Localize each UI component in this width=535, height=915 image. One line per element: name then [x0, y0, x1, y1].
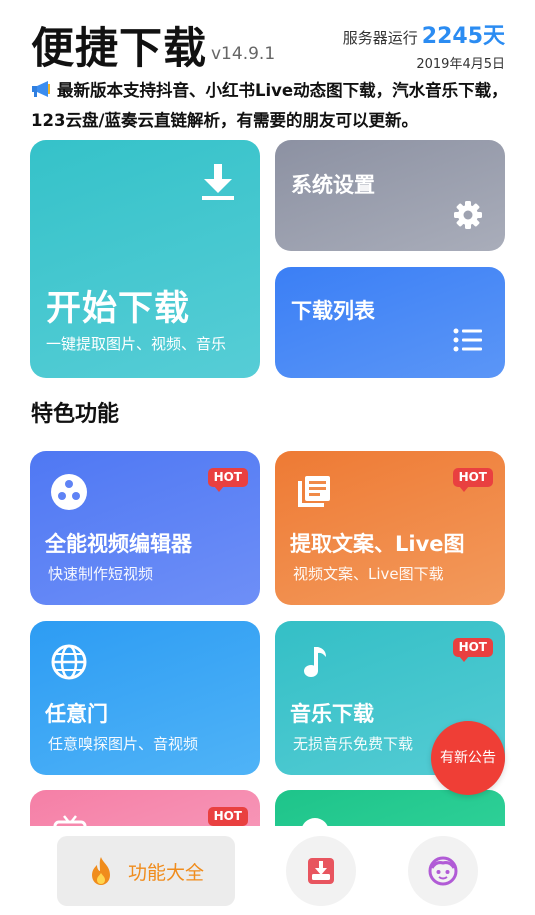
- nav-download-tab[interactable]: [286, 836, 356, 906]
- app-version: v14.9.1: [211, 44, 276, 64]
- download-icon: [202, 164, 234, 200]
- feature-subtitle: 视频文案、Live图下载: [293, 565, 444, 583]
- app-title: 便捷下载: [31, 24, 207, 74]
- download-box-icon: [308, 858, 334, 884]
- feature-video-editor[interactable]: HOT 全能视频编辑器 快速制作短视频: [30, 451, 260, 605]
- hot-badge: HOT: [207, 468, 248, 492]
- music-note-icon: [304, 647, 326, 677]
- face-icon: [428, 856, 458, 886]
- feature-title: 提取文案、Live图: [290, 532, 465, 556]
- download-list-title: 下载列表: [291, 299, 375, 323]
- hot-badge: HOT: [452, 638, 493, 662]
- globe-icon: [51, 644, 87, 680]
- start-download-card[interactable]: 开始下载 一键提取图片、视频、音乐: [30, 140, 260, 378]
- server-uptime: 服务器运行 2245天: [343, 18, 505, 50]
- feature-title: 任意门: [45, 702, 108, 726]
- uptime-value: 2245天: [421, 24, 505, 49]
- list-icon: [453, 328, 482, 352]
- nav-features-label: 功能大全: [127, 861, 204, 884]
- uptime-label: 服务器运行: [342, 29, 418, 47]
- feature-title: 全能视频编辑器: [45, 532, 192, 556]
- hot-badge: HOT: [452, 468, 493, 492]
- feature-subtitle: 无损音乐免费下载: [293, 735, 414, 753]
- section-title: 特色功能: [31, 402, 120, 427]
- app-header: 便捷下载 v14.9.1 服务器运行 2245天 2019年4月5日: [0, 0, 535, 80]
- new-announcement-button[interactable]: 有新公告: [431, 721, 505, 795]
- feature-any-door[interactable]: 任意门 任意嗅探图片、音视频: [30, 621, 260, 775]
- feature-extract-copy[interactable]: HOT 提取文案、Live图 视频文案、Live图下载: [275, 451, 505, 605]
- flame-icon: [91, 857, 110, 885]
- update-notice: 最新版本支持抖音、小红书Live动态图下载，汽水音乐下载，123云盘/蓝奏云直链…: [31, 76, 509, 136]
- start-download-title: 开始下载: [46, 289, 191, 329]
- hot-badge: HOT: [207, 807, 248, 831]
- start-date: 2019年4月5日: [416, 57, 505, 72]
- document-stack-icon: [298, 476, 330, 507]
- start-download-subtitle: 一键提取图片、视频、音乐: [46, 335, 227, 353]
- feature-subtitle: 任意嗅探图片、音视频: [48, 735, 199, 753]
- nav-features-tab[interactable]: 功能大全: [57, 836, 235, 906]
- feature-subtitle: 快速制作短视频: [48, 565, 154, 583]
- megaphone-icon: [32, 81, 50, 97]
- bottom-nav: 功能大全: [0, 826, 535, 915]
- feature-title: 音乐下载: [290, 702, 374, 726]
- nav-profile-tab[interactable]: [408, 836, 478, 906]
- notice-text: 最新版本支持抖音、小红书Live动态图下载，汽水音乐下载，123云盘/蓝奏云直链…: [31, 81, 508, 130]
- system-settings-title: 系统设置: [291, 173, 375, 197]
- system-settings-card[interactable]: 系统设置: [275, 140, 505, 251]
- gear-icon: [454, 201, 482, 229]
- download-list-card[interactable]: 下载列表: [275, 267, 505, 378]
- film-reel-icon: [51, 474, 87, 510]
